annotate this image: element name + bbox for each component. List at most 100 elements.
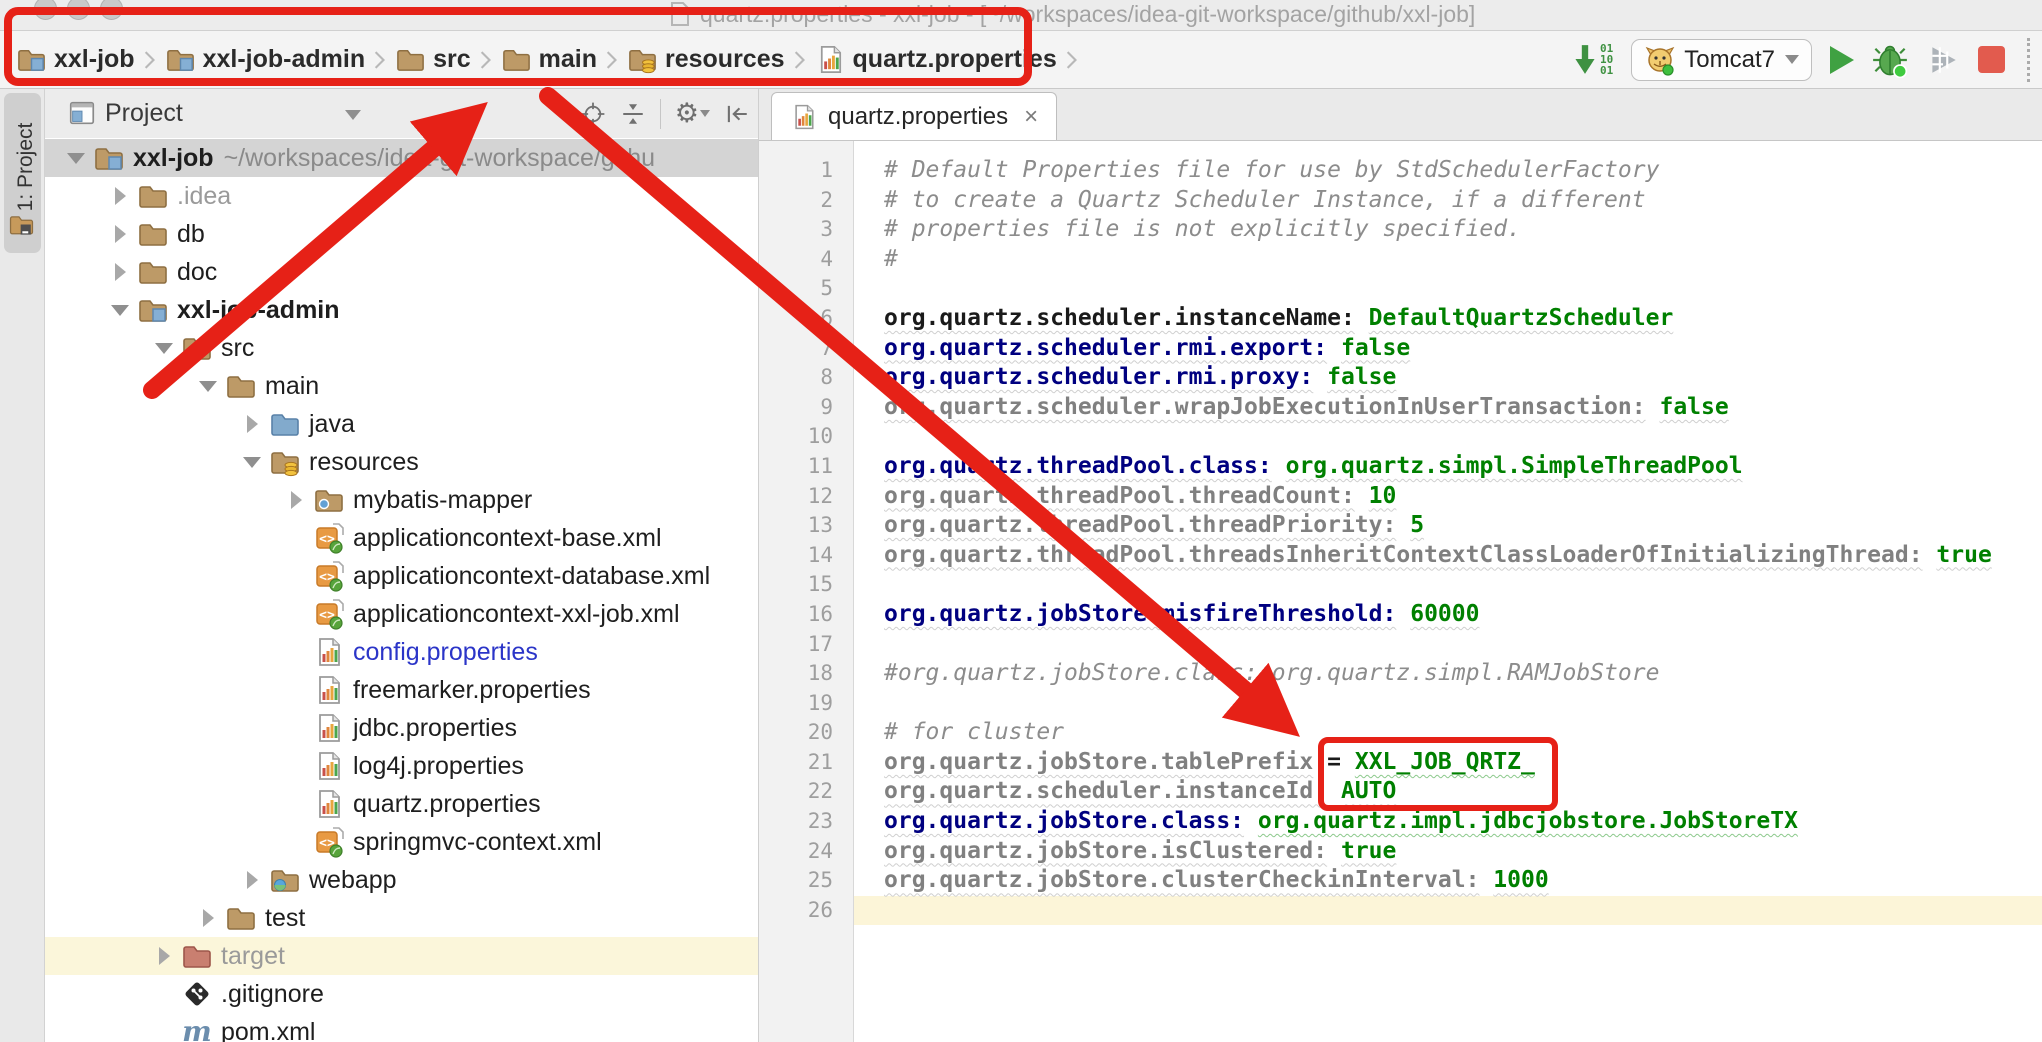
run-button[interactable] — [1830, 46, 1854, 74]
tree-item-main[interactable]: main — [45, 367, 758, 405]
line-number[interactable]: 8 — [759, 363, 853, 393]
tree-item-log4j-properties[interactable]: log4j.properties — [45, 747, 758, 785]
breadcrumb-item-xxl-job-admin[interactable]: xxl-job-admin — [165, 44, 366, 75]
code-line-18[interactable]: #org.quartz.jobStore.class: org.quartz.s… — [854, 659, 2042, 689]
debug-button[interactable] — [1872, 42, 1908, 78]
project-view-dropdown[interactable] — [345, 110, 361, 120]
tree-item-resources[interactable]: resources — [45, 443, 758, 481]
tree-collapsed-arrow-icon[interactable] — [115, 225, 126, 243]
tree-item-db[interactable]: db — [45, 215, 758, 253]
line-number[interactable]: 4 — [759, 245, 853, 275]
line-number[interactable]: 12 — [759, 482, 853, 512]
line-number[interactable]: 17 — [759, 630, 853, 660]
line-number[interactable]: 3 — [759, 215, 853, 245]
tree-item-mybatis-mapper[interactable]: mybatis-mapper — [45, 481, 758, 519]
line-number[interactable]: 2 — [759, 186, 853, 216]
run-configuration-select[interactable]: Tomcat7 — [1631, 39, 1812, 81]
tree-expanded-arrow-icon[interactable] — [155, 343, 173, 354]
tree-item-xxl-job-admin[interactable]: xxl-job-admin — [45, 291, 758, 329]
tree-expanded-arrow-icon[interactable] — [199, 381, 217, 392]
tree-item-pom-xml[interactable]: m pom.xml — [45, 1013, 758, 1042]
code-line-26[interactable] — [854, 896, 2042, 926]
line-number[interactable]: 10 — [759, 422, 853, 452]
code-line-17[interactable] — [854, 630, 2042, 660]
stop-button[interactable] — [1978, 46, 2005, 73]
line-number[interactable]: 25 — [759, 866, 853, 896]
tree-item-applicationcontext-database-xml[interactable]: <> applicationcontext-database.xml — [45, 557, 758, 595]
panel-settings-button[interactable]: ⚙ — [675, 100, 710, 127]
code-line-11[interactable]: org.quartz.threadPool.class: org.quartz.… — [854, 452, 2042, 482]
tree-collapsed-arrow-icon[interactable] — [115, 187, 126, 205]
line-number[interactable]: 16 — [759, 600, 853, 630]
line-number[interactable]: 6 — [759, 304, 853, 334]
breadcrumb-item-quartz-properties[interactable]: quartz.properties — [815, 44, 1057, 75]
tree-item-applicationcontext-base-xml[interactable]: <> applicationcontext-base.xml — [45, 519, 758, 557]
tree-collapsed-arrow-icon[interactable] — [247, 415, 258, 433]
code-line-3[interactable]: # properties file is not explicitly spec… — [854, 215, 2042, 245]
tree-item-xxl-job[interactable]: xxl-job~/workspaces/idea-git-workspace/g… — [45, 139, 758, 177]
line-number[interactable]: 5 — [759, 274, 853, 304]
editor-code-area[interactable]: # Default Properties file for use by Std… — [854, 141, 2042, 1042]
breadcrumb-item-resources[interactable]: resources — [627, 44, 785, 75]
scroll-from-source-button[interactable] — [580, 101, 606, 127]
hide-panel-button[interactable] — [724, 101, 750, 127]
tree-collapsed-arrow-icon[interactable] — [203, 909, 214, 927]
code-line-20[interactable]: # for cluster — [854, 718, 2042, 748]
tree-collapsed-arrow-icon[interactable] — [291, 491, 302, 509]
code-line-7[interactable]: org.quartz.scheduler.rmi.export: false — [854, 334, 2042, 364]
editor-gutter[interactable]: 1234567891011121314151617181920212223242… — [759, 141, 854, 1042]
window-close-button[interactable] — [34, 0, 57, 20]
line-number[interactable]: 18 — [759, 659, 853, 689]
line-number[interactable]: 9 — [759, 393, 853, 423]
line-number[interactable]: 7 — [759, 334, 853, 364]
code-line-19[interactable] — [854, 689, 2042, 719]
code-line-13[interactable]: org.quartz.threadPool.threadPriority: 5 — [854, 511, 2042, 541]
tree-item-config-properties[interactable]: config.properties — [45, 633, 758, 671]
code-line-10[interactable] — [854, 422, 2042, 452]
tree-item-java[interactable]: java — [45, 405, 758, 443]
tab-quartz-properties[interactable]: quartz.properties × — [771, 92, 1057, 140]
tree-item-quartz-properties[interactable]: quartz.properties — [45, 785, 758, 823]
code-line-22[interactable]: org.quartz.scheduler.instanceId: AUTO — [854, 777, 2042, 807]
window-minimize-button[interactable] — [67, 0, 90, 20]
tree-expanded-arrow-icon[interactable] — [243, 457, 261, 468]
code-line-16[interactable]: org.quartz.jobStore.misfireThreshold: 60… — [854, 600, 2042, 630]
code-line-9[interactable]: org.quartz.scheduler.wrapJobExecutionInU… — [854, 393, 2042, 423]
breadcrumb-item-xxl-job[interactable]: xxl-job — [16, 44, 135, 75]
code-line-25[interactable]: org.quartz.jobStore.clusterCheckinInterv… — [854, 866, 2042, 896]
code-line-6[interactable]: org.quartz.scheduler.instanceName: Defau… — [854, 304, 2042, 334]
close-icon[interactable]: × — [1024, 103, 1038, 131]
line-number[interactable]: 22 — [759, 777, 853, 807]
tree-item-doc[interactable]: doc — [45, 253, 758, 291]
code-line-4[interactable]: # — [854, 245, 2042, 275]
update-project-button[interactable]: 011001 — [1572, 43, 1613, 77]
code-line-24[interactable]: org.quartz.jobStore.isClustered: true — [854, 837, 2042, 867]
window-zoom-button[interactable] — [100, 0, 123, 20]
code-line-21[interactable]: org.quartz.jobStore.tablePrefix = XXL_JO… — [854, 748, 2042, 778]
tree-expanded-arrow-icon[interactable] — [111, 305, 129, 316]
collapse-all-button[interactable] — [620, 101, 646, 127]
code-line-12[interactable]: org.quartz.threadPool.threadCount: 10 — [854, 482, 2042, 512]
line-number[interactable]: 21 — [759, 748, 853, 778]
tree-item-test[interactable]: test — [45, 899, 758, 937]
coverage-button[interactable] — [1926, 43, 1960, 77]
line-number[interactable]: 14 — [759, 541, 853, 571]
code-line-1[interactable]: # Default Properties file for use by Std… — [854, 156, 2042, 186]
code-line-23[interactable]: org.quartz.jobStore.class: org.quartz.im… — [854, 807, 2042, 837]
code-line-14[interactable]: org.quartz.threadPool.threadsInheritCont… — [854, 541, 2042, 571]
tree-expanded-arrow-icon[interactable] — [67, 153, 85, 164]
code-line-5[interactable] — [854, 274, 2042, 304]
tree-collapsed-arrow-icon[interactable] — [115, 263, 126, 281]
code-line-2[interactable]: # to create a Quartz Scheduler Instance,… — [854, 186, 2042, 216]
tree-item--idea[interactable]: .idea — [45, 177, 758, 215]
tree-collapsed-arrow-icon[interactable] — [159, 947, 170, 965]
line-number[interactable]: 19 — [759, 689, 853, 719]
code-line-15[interactable] — [854, 570, 2042, 600]
tree-collapsed-arrow-icon[interactable] — [247, 871, 258, 889]
line-number[interactable]: 23 — [759, 807, 853, 837]
tree-item-webapp[interactable]: webapp — [45, 861, 758, 899]
breadcrumb-item-src[interactable]: src — [395, 44, 471, 75]
tree-item-target[interactable]: target — [45, 937, 758, 975]
tree-item-jdbc-properties[interactable]: jdbc.properties — [45, 709, 758, 747]
tree-item-applicationcontext-xxl-job-xml[interactable]: <> applicationcontext-xxl-job.xml — [45, 595, 758, 633]
